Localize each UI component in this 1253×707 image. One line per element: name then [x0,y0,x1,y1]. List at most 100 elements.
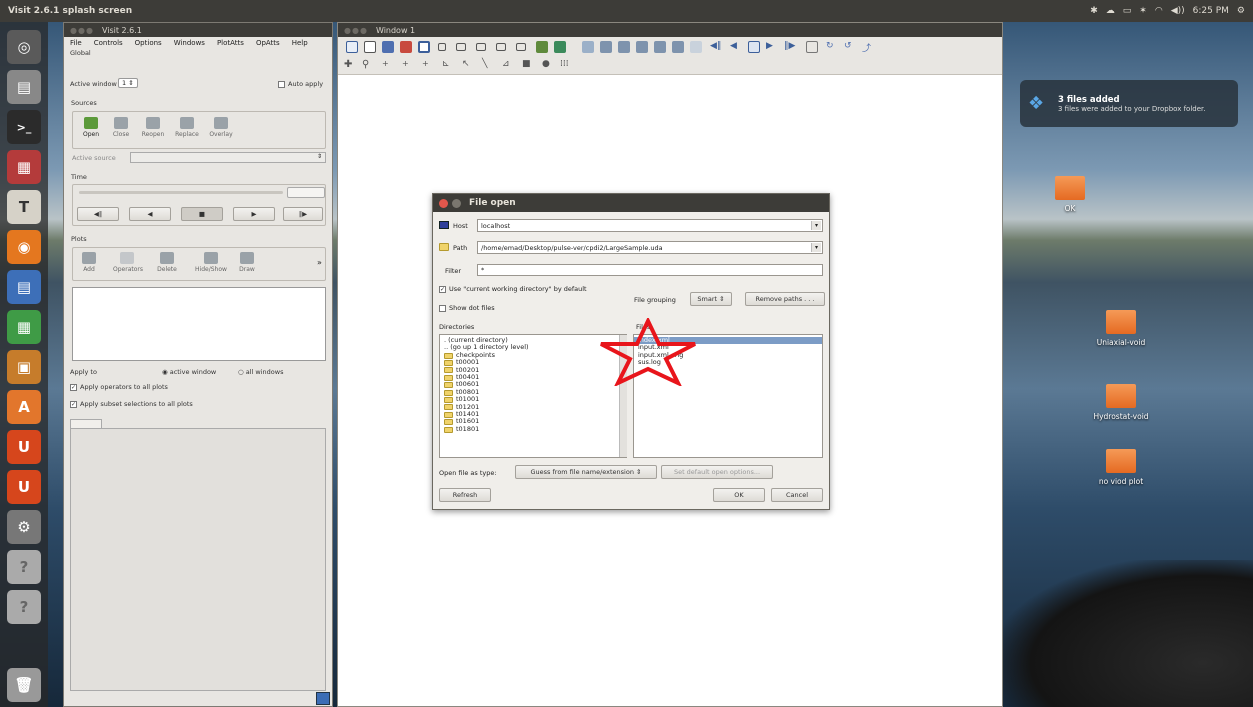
remove-paths-button[interactable]: Remove paths . . . [745,292,825,306]
layout-4x4-icon[interactable] [516,43,526,51]
lineout-icon[interactable]: ⊾ [442,59,454,71]
menu-help[interactable]: Help [292,39,308,47]
ubuntu-one-music-icon[interactable]: U [7,470,41,504]
software-center-icon[interactable]: A [7,390,41,424]
menu-controls[interactable]: Controls [94,39,123,47]
terminal-icon[interactable]: >_ [7,110,41,144]
print-icon[interactable] [600,41,612,53]
files-icon[interactable]: ▤ [7,70,41,104]
apply-subset-checkbox[interactable]: ✓ Apply subset selections to all plots [70,400,193,408]
overlay-button[interactable]: Overlay [207,117,235,138]
time-field[interactable] [287,187,325,198]
clear-window-icon[interactable] [418,41,430,53]
time-slider[interactable] [79,191,283,194]
zone-pick-icon[interactable]: + [422,59,434,71]
animation-icon-2[interactable] [672,41,684,53]
layout-2x1-icon[interactable] [496,43,506,51]
new-window-icon[interactable] [364,41,376,53]
animation-icon-3[interactable] [690,41,702,53]
hide-show-button[interactable]: Hide/Show [193,252,229,273]
dash-icon[interactable]: ◎ [7,30,41,64]
frame-icon[interactable] [806,41,818,53]
all-windows-radio[interactable]: ○ all windows [238,368,283,376]
close-button[interactable]: Close [107,117,135,138]
host-combo[interactable]: localhost ▾ [477,219,823,232]
plot-list[interactable] [72,287,326,361]
writer-icon[interactable]: ▤ [7,270,41,304]
visit-icon[interactable]: ▦ [7,150,41,184]
layout-1x1-icon[interactable] [438,43,446,51]
firefox-icon[interactable]: ◉ [7,230,41,264]
lock-time-icon[interactable] [554,41,566,53]
last-frame-icon[interactable]: ‖▶ [784,41,796,53]
path-combo[interactable]: /home/emad/Desktop/pulse-ver/cpdi2/Large… [477,241,823,254]
unknown-app-icon[interactable]: ? [7,550,41,584]
gear-icon[interactable]: ⚙ [1237,6,1245,16]
camera-icon[interactable] [618,41,630,53]
lock-view-icon[interactable] [536,41,548,53]
reverse-play-button[interactable]: ◀ [129,207,171,221]
node-pick-icon[interactable]: + [402,59,414,71]
unknown-app-icon-2[interactable]: ? [7,590,41,624]
show-dot-files-checkbox[interactable]: Show dot files [439,304,495,312]
menu-options[interactable]: Options [135,39,162,47]
dropbox-icon[interactable]: ✱ [1090,6,1098,16]
open-button[interactable]: Open [77,117,105,138]
pick-icon[interactable]: + [382,59,394,71]
spin-icon[interactable]: ↻ [826,41,838,53]
operators-button[interactable]: Operators [113,252,143,273]
settings-icon[interactable]: ⚙ [7,510,41,544]
reopen-button[interactable]: Reopen [139,117,167,138]
active-window-spinner[interactable]: 1 ⇕ [118,78,138,88]
battery-icon[interactable]: ▭ [1123,6,1132,16]
volume-icon[interactable]: ◀)) [1171,6,1185,16]
layout-2x2-icon[interactable] [456,43,466,51]
add-plot-button[interactable]: Add [75,252,103,273]
reverse-play-icon[interactable]: ◀ [730,41,742,53]
delete-plot-button[interactable]: Delete [153,252,181,273]
open-as-select[interactable]: Guess from file name/extension ⇕ [515,465,657,479]
desktop-folder-uniaxial-void[interactable]: Uniaxial-void [1081,310,1161,347]
trash-icon[interactable]: 🗑 [7,668,41,702]
ubuntu-one-icon[interactable]: U [7,430,41,464]
directory-item[interactable]: t01801 [440,425,626,433]
auto-apply-checkbox[interactable]: Auto apply [278,80,323,88]
spin-icon-2[interactable]: ↺ [844,41,856,53]
menu-opatts[interactable]: OpAtts [256,39,280,47]
menu-file[interactable]: File [70,39,82,47]
minimize-icon[interactable] [452,198,461,208]
cancel-button[interactable]: Cancel [771,488,823,502]
notepad-tab[interactable] [70,419,102,428]
more-tools-button[interactable]: » [317,258,322,267]
use-cwd-checkbox[interactable]: ✓ Use "current working directory" by defa… [439,285,587,293]
spin-icon-3[interactable]: ⤴ [862,41,874,54]
replace-button[interactable]: Replace [173,117,201,138]
menu-plotatts[interactable]: PlotAtts [217,39,244,47]
desktop-folder-ok[interactable]: OK [1030,176,1110,213]
bluetooth-icon[interactable]: ✶ [1139,6,1147,16]
play-icon[interactable]: ▶ [766,41,778,53]
layout-3x3-icon[interactable] [476,43,486,51]
menu-windows[interactable]: Windows [174,39,205,47]
window-controls-icon[interactable]: ●●● [344,26,368,35]
zoom-icon[interactable]: ⚲ [362,59,374,71]
window-controls-icon[interactable]: ●●● [70,26,94,35]
plane-tool-icon[interactable]: ⊿ [502,59,514,71]
box-tool-icon[interactable]: ■ [522,59,534,71]
set-default-options-button[interactable]: Set default open options... [661,465,773,479]
visit-logo-icon[interactable] [316,692,330,705]
delete-window-icon[interactable] [400,41,412,53]
navigate-mode-icon[interactable] [346,41,358,53]
line-tool-icon[interactable]: ╲ [482,59,494,71]
pan-icon[interactable]: ✚ [344,59,356,71]
filter-input[interactable]: * [477,264,823,276]
first-frame-icon[interactable]: ◀‖ [710,41,722,53]
apply-operators-checkbox[interactable]: ✓ Apply operators to all plots [70,383,168,391]
desktop-folder-hydrostat-void[interactable]: Hydrostat-void [1081,384,1161,421]
impress-icon[interactable]: ▣ [7,350,41,384]
save-image-icon[interactable] [582,41,594,53]
wifi-icon[interactable]: ◠ [1155,6,1163,16]
calc-icon[interactable]: ▦ [7,310,41,344]
sphere-tool-icon[interactable]: ● [542,59,554,71]
reverse-step-button[interactable]: ◀‖ [77,207,119,221]
